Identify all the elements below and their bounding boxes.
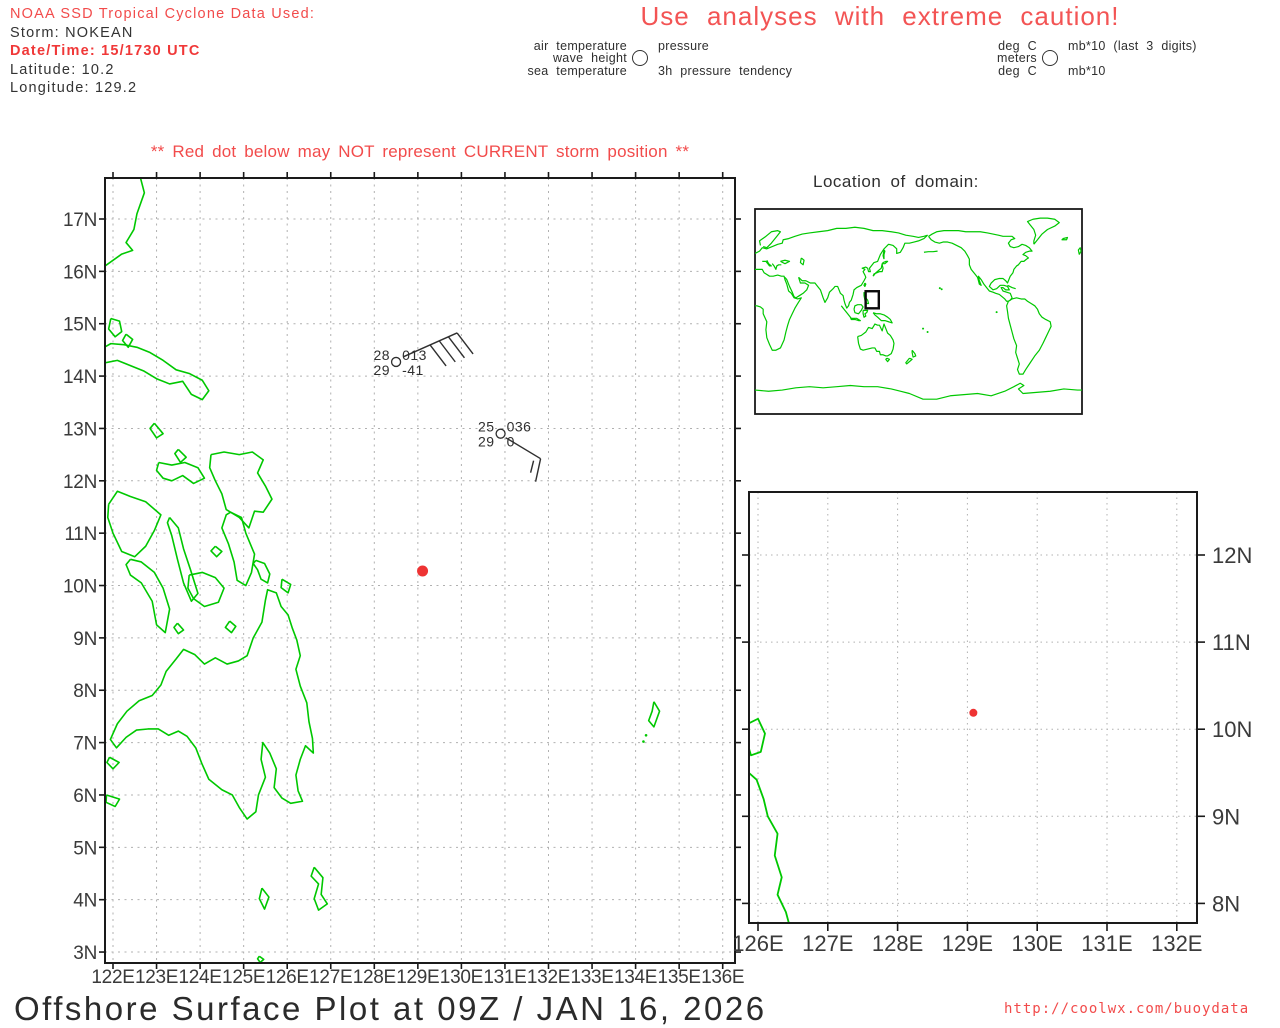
world-locator-map — [754, 208, 1083, 415]
world-coastlines — [755, 217, 1082, 400]
plot-title: Offshore Surface Plot at 09Z / JAN 16, 2… — [14, 990, 767, 1027]
zoom-map-y-tick-label: 12N — [1212, 543, 1252, 568]
station-pressure: 013 — [402, 347, 427, 363]
main-map-y-tick-label: 5N — [73, 838, 97, 859]
zoom-map-x-tick-label: 131E — [1081, 931, 1132, 956]
main-map-axis-labels: 122E 123E 124E 125E 126E 127E 128E 129E 130E 131E… — [63, 210, 745, 988]
zoom-map: 126E 127E 128E 129E 130E 131E 132E 12N 11N 10N 9N 8… — [732, 491, 1252, 956]
source-url: http://coolwx.com/buoydata — [1004, 1001, 1250, 1017]
main-map-coastlines — [105, 178, 661, 963]
main-map-y-tick-label: 17N — [63, 210, 97, 231]
world-map-border — [754, 208, 1083, 415]
main-map-y-tick-label: 4N — [73, 891, 97, 912]
zoom-map-y-tick-label: 10N — [1212, 717, 1252, 742]
station-air-temp: 25 — [478, 419, 495, 435]
station-plot: 25 036 29 0 — [478, 419, 542, 482]
station-plot: 28 013 29 -41 — [373, 332, 474, 378]
main-map-x-tick-label: 123E — [135, 967, 178, 988]
main-map-y-tick-label: 9N — [73, 629, 97, 650]
main-map-y-tick-label: 15N — [63, 315, 97, 336]
main-map-y-tick-label: 10N — [63, 577, 97, 598]
zoom-map-x-tick-label: 130E — [1012, 931, 1063, 956]
main-map-y-tick-label: 13N — [63, 419, 97, 440]
main-map-y-tick-label: 7N — [73, 734, 97, 755]
zoom-map-x-tick-label: 128E — [872, 931, 923, 956]
zoom-map-x-tick-label: 126E — [732, 931, 783, 956]
main-map-x-tick-label: 124E — [179, 967, 222, 988]
zoom-map-y-tick-label: 9N — [1212, 804, 1240, 829]
main-map-y-tick-label: 12N — [63, 472, 97, 493]
station-sea-temp: 29 — [478, 434, 495, 450]
main-map: 122E 123E 124E 125E 126E 127E 128E 129E 130E 131E… — [63, 172, 745, 988]
main-map-x-tick-label: 129E — [396, 967, 439, 988]
main-map-y-tick-label: 11N — [64, 524, 97, 545]
zoom-map-y-tick-label: 11N — [1212, 630, 1251, 655]
zoom-map-y-tick-label: 8N — [1212, 891, 1240, 916]
main-map-y-tick-label: 6N — [73, 786, 97, 807]
station-air-temp: 28 — [373, 347, 390, 363]
zoom-map-border — [748, 491, 1198, 924]
main-map-y-tick-label: 14N — [63, 367, 97, 388]
storm-position-dot — [969, 708, 978, 717]
main-map-y-tick-label: 3N — [73, 943, 97, 964]
main-map-x-tick-label: 126E — [266, 967, 309, 988]
zoom-map-x-tick-label: 132E — [1151, 931, 1202, 956]
station-circle-icon — [390, 356, 402, 368]
main-map-x-tick-label: 135E — [658, 967, 701, 988]
main-map-x-tick-label: 122E — [91, 967, 134, 988]
station-circle-icon — [495, 428, 506, 439]
zoom-map-x-tick-label: 127E — [802, 931, 853, 956]
station-pressure-tendency: 0 — [507, 434, 515, 450]
station-sea-temp: 29 — [373, 362, 390, 378]
zoom-map-grid — [749, 492, 1197, 923]
storm-position-dot — [417, 565, 429, 577]
surface-plot-canvas: 122E 123E 124E 125E 126E 127E 128E 129E 130E 131E… — [63, 172, 1252, 988]
zoom-map-ticks — [742, 554, 1205, 931]
main-map-x-tick-label: 133E — [570, 967, 613, 988]
zoom-map-coastlines — [749, 717, 790, 923]
main-map-x-tick-label: 132E — [527, 967, 570, 988]
main-map-y-tick-label: 8N — [73, 681, 97, 702]
main-map-x-tick-label: 136E — [701, 967, 744, 988]
station-pressure-tendency: -41 — [402, 362, 424, 378]
station-pressure: 036 — [507, 419, 532, 435]
main-map-x-tick-label: 125E — [222, 967, 265, 988]
main-map-x-tick-label: 128E — [353, 967, 396, 988]
zoom-map-x-tick-label: 129E — [942, 931, 993, 956]
main-map-x-tick-label: 134E — [614, 967, 657, 988]
main-map-x-tick-label: 131E — [483, 967, 526, 988]
main-map-x-tick-label: 127E — [309, 967, 352, 988]
main-map-x-tick-label: 130E — [440, 967, 483, 988]
main-map-y-tick-label: 16N — [63, 262, 97, 283]
